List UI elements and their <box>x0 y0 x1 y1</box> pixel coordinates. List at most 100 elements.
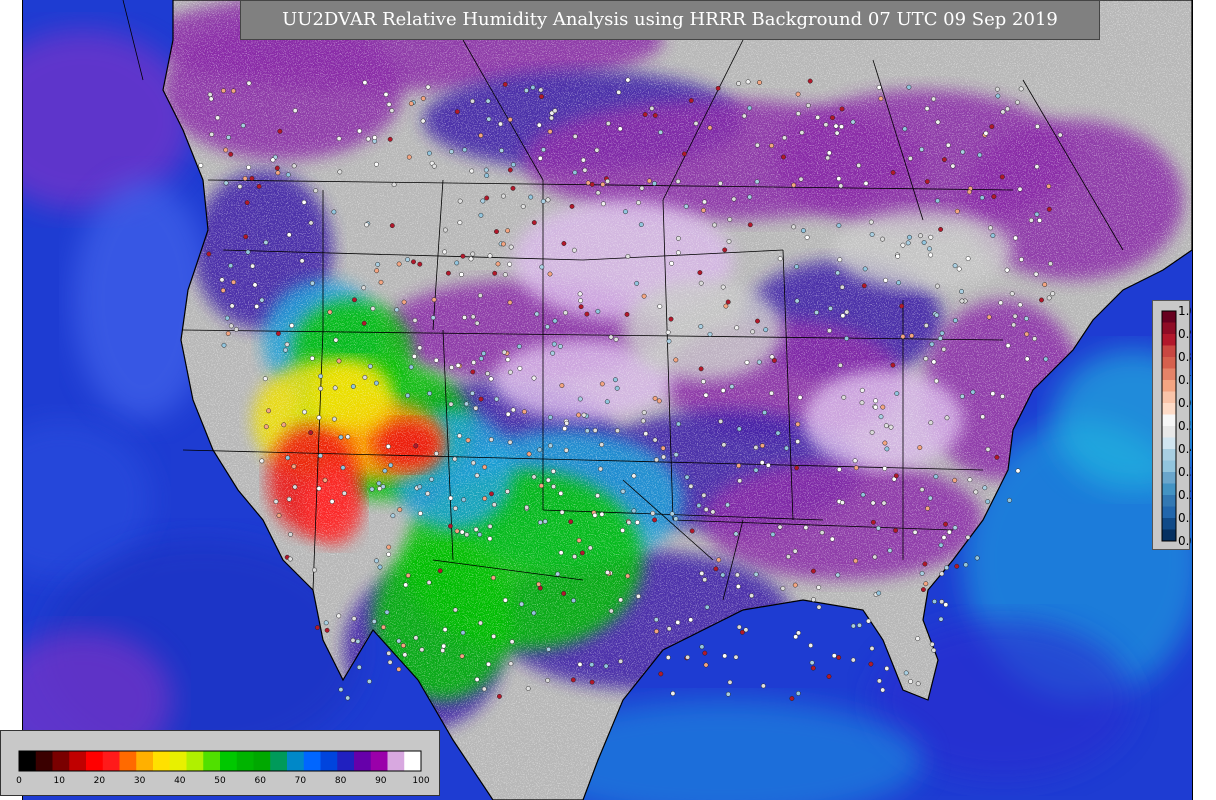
station-marker <box>263 240 269 245</box>
station-marker <box>571 598 577 603</box>
station-marker <box>507 261 513 267</box>
station-marker <box>605 121 611 126</box>
station-marker <box>366 678 372 684</box>
colorbar-tick-label: 0.0 <box>1178 534 1191 548</box>
station-marker <box>198 162 204 168</box>
colorbar-segment <box>153 751 171 771</box>
colorbar-segment <box>86 751 104 771</box>
station-marker <box>288 531 293 537</box>
station-marker <box>720 284 726 290</box>
station-marker <box>688 617 694 623</box>
station-marker <box>946 529 952 535</box>
station-marker <box>800 228 806 234</box>
station-marker <box>918 233 923 239</box>
station-marker <box>471 360 477 365</box>
station-marker <box>484 173 490 179</box>
station-marker <box>249 175 255 181</box>
station-marker <box>336 613 342 619</box>
colorbar-segment <box>404 751 422 771</box>
station-marker <box>928 234 934 240</box>
colorbar-segment <box>270 751 288 771</box>
station-marker <box>246 164 252 170</box>
station-marker <box>244 200 250 206</box>
station-marker <box>850 623 856 629</box>
station-marker <box>474 677 480 682</box>
station-marker <box>673 357 679 363</box>
station-marker <box>534 311 540 317</box>
station-marker <box>482 464 488 470</box>
station-marker <box>797 395 803 400</box>
station-marker <box>959 393 965 399</box>
station-marker <box>830 115 835 121</box>
station-marker <box>775 430 781 436</box>
station-marker <box>373 380 379 386</box>
station-marker <box>907 234 912 240</box>
station-marker <box>206 251 212 257</box>
station-marker <box>570 677 576 683</box>
station-marker <box>890 362 896 368</box>
station-marker <box>950 163 956 169</box>
station-marker <box>364 222 370 228</box>
station-marker <box>537 447 543 453</box>
station-marker <box>753 445 759 450</box>
station-marker <box>805 102 811 108</box>
station-marker <box>915 681 921 687</box>
station-marker <box>900 242 906 248</box>
station-marker <box>665 655 671 660</box>
station-marker <box>927 495 933 501</box>
station-marker <box>231 279 237 285</box>
station-marker <box>922 561 928 567</box>
station-marker <box>237 184 243 190</box>
station-marker <box>507 300 513 305</box>
station-marker <box>429 476 435 482</box>
station-marker <box>374 558 379 564</box>
station-marker <box>408 101 414 107</box>
station-marker <box>934 283 940 289</box>
humidity-colorbar: 0 10 20 30 40 50 60 70 80 90 100 <box>0 730 440 796</box>
station-marker <box>944 415 950 421</box>
station-marker <box>675 250 681 256</box>
station-marker <box>736 463 742 469</box>
station-marker <box>292 108 298 114</box>
station-marker <box>599 511 605 517</box>
colorbar-tick-label: 0.4 <box>1178 442 1191 456</box>
station-marker <box>909 333 915 339</box>
station-marker <box>464 401 469 407</box>
station-marker <box>638 222 644 228</box>
station-marker <box>707 125 713 131</box>
station-marker <box>473 405 479 411</box>
station-marker <box>462 147 468 153</box>
station-marker <box>763 327 769 333</box>
station-marker <box>1015 468 1021 474</box>
station-marker <box>652 517 658 523</box>
station-marker <box>716 557 722 563</box>
station-marker <box>385 444 391 449</box>
station-marker <box>361 285 367 291</box>
station-marker <box>488 437 494 443</box>
station-marker <box>688 483 694 489</box>
station-marker <box>480 198 486 204</box>
station-marker <box>893 473 899 479</box>
station-marker <box>345 434 351 440</box>
station-marker <box>245 249 251 255</box>
station-marker <box>657 303 663 309</box>
station-marker <box>956 266 962 272</box>
station-marker <box>520 204 526 209</box>
station-marker <box>331 416 337 422</box>
station-marker <box>350 637 356 643</box>
station-marker <box>646 178 652 184</box>
station-marker <box>814 310 820 315</box>
station-marker <box>539 94 544 100</box>
station-marker <box>417 345 423 351</box>
station-marker <box>873 404 879 410</box>
station-marker <box>495 261 501 267</box>
colorbar-segment <box>35 751 53 771</box>
station-marker <box>799 130 805 136</box>
station-marker <box>546 646 552 652</box>
station-marker <box>983 130 989 136</box>
station-marker <box>224 315 230 321</box>
station-marker <box>337 169 343 175</box>
station-marker <box>1009 291 1015 297</box>
colorbar-segment <box>69 751 87 771</box>
station-marker <box>747 105 753 111</box>
